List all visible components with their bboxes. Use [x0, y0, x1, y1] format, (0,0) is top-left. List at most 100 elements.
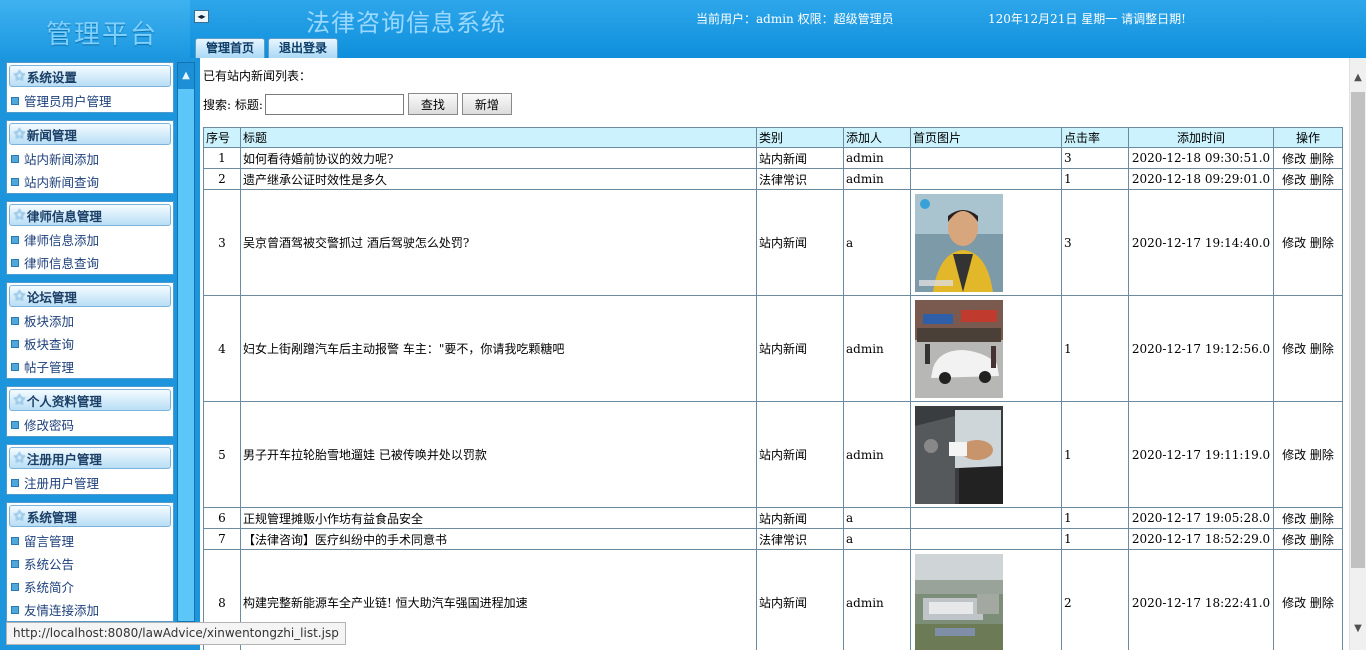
sidebar-item[interactable]: 板块查询 [7, 332, 173, 355]
menu-group-title: 注册用户管理 [26, 451, 102, 467]
current-user-info: 当前用户：admin 权限：超级管理员 [696, 12, 894, 26]
menu-group-title: 系统设置 [26, 69, 77, 85]
aerial-factory-photo [915, 553, 1003, 650]
sidebar-item[interactable]: 注册用户管理 [7, 471, 173, 494]
page-scrollbar[interactable]: ▲ ▼ [1349, 58, 1366, 650]
street-car-photo [915, 299, 1003, 398]
delete-link[interactable]: 删除 [1310, 152, 1334, 166]
search-label: 搜索: 标题: [203, 97, 263, 112]
row-category: 站内新闻 [756, 549, 844, 650]
row-category: 站内新闻 [756, 147, 844, 169]
edit-link[interactable]: 修改 [1282, 173, 1306, 187]
col-header-title: 标题 [240, 127, 757, 148]
menu-group-1: ✩ 新闻管理站内新闻添加 站内新闻查询 [6, 120, 174, 194]
row-clicks: 3 [1061, 147, 1129, 169]
menu-group-title: 新闻管理 [26, 127, 77, 143]
scroll-thumb[interactable] [1351, 92, 1365, 568]
row-author: admin [843, 147, 911, 169]
edit-link[interactable]: 修改 [1282, 152, 1306, 166]
menu-group-2: ✩ 律师信息管理 律师信息添加律师信息查询 [6, 201, 174, 275]
star-icon: ✩ [14, 288, 25, 304]
sidebar-item[interactable]: 系统公告 [7, 552, 173, 575]
row-category: 站内新闻 [756, 189, 844, 296]
row-author: admin [843, 401, 911, 508]
delete-link[interactable]: 删除 [1310, 512, 1334, 526]
row-title: 正规管理摊贩小作坊有益食品安全 [240, 507, 757, 529]
menu-group-header[interactable]: ✩ 个人资料管理 [9, 389, 171, 411]
row-actions: 修改 删除 [1273, 507, 1343, 529]
menu-group-header[interactable]: ✩ 论坛管理 [9, 285, 171, 307]
tab-logout[interactable]: 退出登录 [268, 38, 339, 58]
sidebar-item[interactable]: 帖子管理 [7, 355, 173, 378]
edit-link[interactable]: 修改 [1282, 236, 1306, 250]
scroll-down-icon[interactable]: ▼ [1350, 619, 1366, 639]
row-image [910, 401, 1062, 508]
row-time: 2020-12-18 09:30:51.0 [1128, 147, 1274, 169]
sidebar-item-label: 站内新闻添加 [24, 152, 100, 167]
edit-link[interactable]: 修改 [1282, 342, 1306, 356]
row-category: 站内新闻 [756, 401, 844, 508]
delete-link[interactable]: 删除 [1310, 596, 1334, 610]
edit-link[interactable]: 修改 [1282, 512, 1306, 526]
news-table: 序号 标题 类别 添加人 首页图片 点击率 添加时间 操作 1 如何看待婚前协议的… [203, 127, 1343, 650]
sidebar-item[interactable]: 修改密码 [7, 413, 173, 436]
delete-link[interactable]: 删除 [1310, 173, 1334, 187]
sidebar-item[interactable]: 管理员用户管理 [7, 89, 173, 112]
table-header-row: 序号 标题 类别 添加人 首页图片 点击率 添加时间 操作 [203, 127, 1343, 148]
bullet-square-icon [11, 258, 19, 267]
menu-group-0: ✩ 系统设置 管理员用户管理 [6, 62, 174, 113]
menu-group-header[interactable]: ✩ 系统设置 [9, 65, 171, 87]
edit-link[interactable]: 修改 [1282, 533, 1306, 547]
row-clicks: 1 [1061, 528, 1129, 550]
collapse-sidebar-icon[interactable]: ◂▸ [194, 10, 209, 23]
sidebar-item[interactable]: 系统简介 [7, 575, 173, 598]
sidebar-item[interactable]: 板块添加 [7, 309, 173, 332]
sidebar-item[interactable]: 站内新闻查询 [7, 170, 173, 193]
edit-link[interactable]: 修改 [1282, 448, 1306, 462]
sidebar-item[interactable]: 站内新闻添加 [7, 147, 173, 170]
row-clicks: 2 [1061, 549, 1129, 650]
sidebar-scrollbar[interactable]: ▲ [177, 62, 195, 622]
sidebar-item-label: 系统简介 [24, 580, 75, 595]
search-button[interactable]: 查找 [407, 93, 458, 115]
delete-link[interactable]: 删除 [1310, 448, 1334, 462]
row-author: admin [843, 549, 911, 650]
row-actions: 修改 删除 [1273, 401, 1343, 508]
top-header: 管理平台 ◂▸ 法律咨询信息系统 当前用户：admin 权限：超级管理员 120… [0, 0, 1366, 58]
bullet-square-icon [11, 316, 19, 325]
table-row: 6 正规管理摊贩小作坊有益食品安全 站内新闻 a 1 2020-12-17 19:05:2… [203, 507, 1343, 529]
sidebar-item-label: 律师信息查询 [24, 256, 100, 271]
col-header-no: 序号 [203, 127, 241, 148]
tab-admin-home[interactable]: 管理首页 [195, 38, 266, 58]
sidebar-item[interactable]: 友情连接添加 [7, 598, 173, 621]
delete-link[interactable]: 删除 [1310, 236, 1334, 250]
sidebar-item[interactable]: 留言管理 [7, 529, 173, 552]
bullet-square-icon [11, 154, 19, 163]
delete-link[interactable]: 删除 [1310, 342, 1334, 356]
row-actions: 修改 删除 [1273, 147, 1343, 169]
bullet-square-icon [11, 478, 19, 487]
sidebar-item[interactable]: 律师信息添加 [7, 228, 173, 251]
menu-group-3: ✩ 论坛管理 板块添加 板块查询 帖子管理 [6, 282, 174, 379]
menu-group-header[interactable]: ✩ 注册用户管理 [9, 447, 171, 469]
col-header-category: 类别 [756, 127, 844, 148]
delete-link[interactable]: 删除 [1310, 533, 1334, 547]
scroll-up-icon[interactable]: ▲ [1350, 68, 1366, 88]
star-icon: ✩ [14, 126, 25, 142]
bullet-square-icon [11, 339, 19, 348]
row-image [910, 528, 1062, 550]
sidebar-item-label: 站内新闻查询 [24, 175, 100, 190]
row-actions: 修改 删除 [1273, 549, 1343, 650]
menu-group-title: 律师信息管理 [26, 208, 102, 224]
date-info: 120年12月21日 星期一 请调整日期! [988, 12, 1186, 26]
menu-group-header[interactable]: ✩ 系统管理 [9, 505, 171, 527]
title-search-input[interactable] [264, 93, 404, 115]
menu-group-header[interactable]: ✩ 律师信息管理 [9, 204, 171, 226]
row-time: 2020-12-17 19:12:56.0 [1128, 295, 1274, 402]
menu-group-header[interactable]: ✩ 新闻管理 [9, 123, 171, 145]
sidebar-item[interactable]: 律师信息查询 [7, 251, 173, 274]
sidebar-scroll-up-icon[interactable]: ▲ [178, 63, 194, 89]
edit-link[interactable]: 修改 [1282, 596, 1306, 610]
add-news-button[interactable]: 新增 [461, 93, 512, 115]
row-time: 2020-12-18 09:29:01.0 [1128, 168, 1274, 190]
